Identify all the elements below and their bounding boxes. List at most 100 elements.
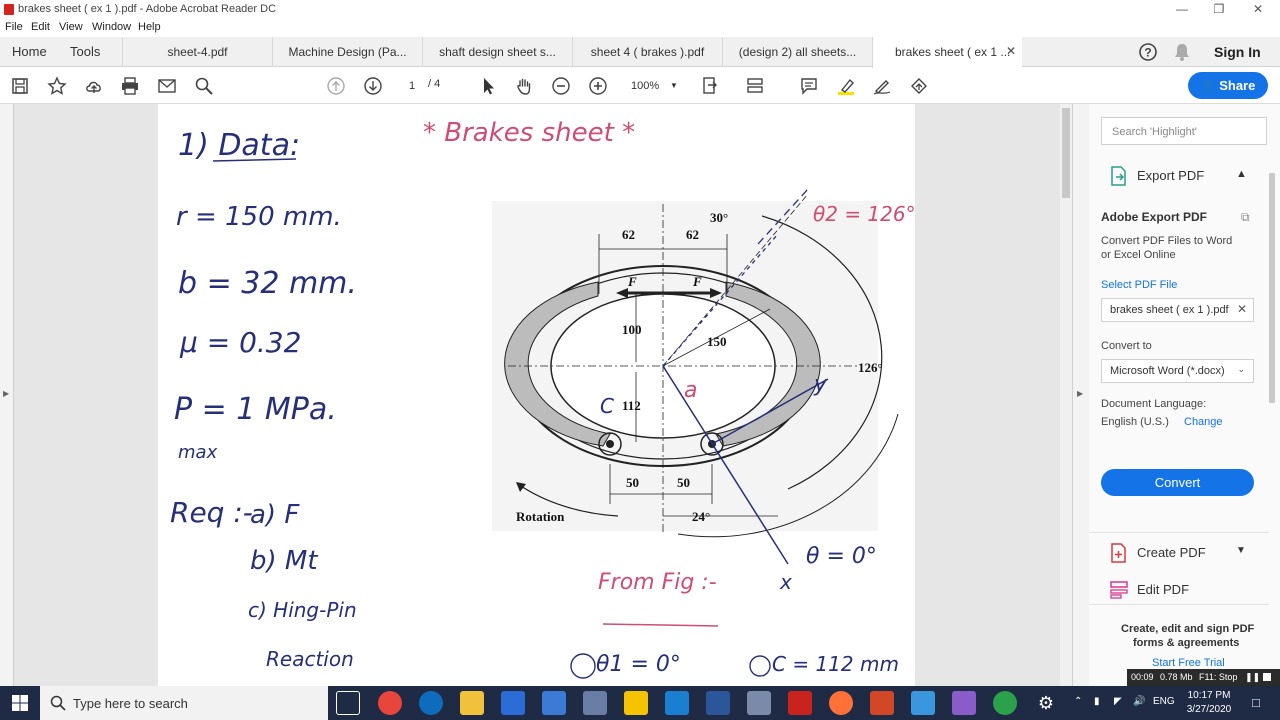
convert-to-select[interactable]: Microsoft Word (*.docx) ⌄ <box>1101 359 1254 383</box>
doc-tab-1[interactable]: sheet-4.pdf <box>122 37 272 67</box>
pdf-page[interactable]: 30° 62 62 F F 100 150 126° 112 50 50 Rot… <box>158 104 915 686</box>
app-icon-6[interactable] <box>583 691 607 715</box>
network-icon[interactable]: ◤ <box>1114 696 1122 707</box>
notification-bell-icon[interactable] <box>1173 42 1191 67</box>
adobe-export-title: Adobe Export PDF <box>1101 210 1208 224</box>
scrollbar-thumb[interactable] <box>1269 173 1275 403</box>
visual-studio-icon[interactable] <box>952 691 976 715</box>
scrollbar-thumb[interactable] <box>1062 108 1070 198</box>
search-highlight-input[interactable]: Search 'Highlight' <box>1101 117 1267 145</box>
minimize-button[interactable]: — <box>1164 1 1200 18</box>
selected-file-field[interactable]: brakes sheet ( ex 1 ).pdf ✕ <box>1101 298 1254 322</box>
maximize-button[interactable]: ❐ <box>1201 1 1237 18</box>
battery-icon[interactable]: ▮ <box>1094 696 1100 707</box>
taskbar-clock[interactable]: 10:17 PM 3/27/2020 <box>1176 689 1242 717</box>
select-cursor-icon[interactable] <box>476 74 500 98</box>
scroll-mode-icon[interactable] <box>743 74 767 98</box>
settings-gear-icon[interactable]: ⚙ <box>1034 691 1058 715</box>
previous-page-icon[interactable] <box>324 74 348 98</box>
copy-icon[interactable]: ⧉ <box>1241 210 1250 225</box>
menu-view[interactable]: View <box>59 21 83 33</box>
bookmark-star-icon[interactable] <box>45 74 69 98</box>
export-pdf-header[interactable]: Export PDF <box>1137 168 1204 183</box>
right-panel-toggle[interactable]: ▶ <box>1072 104 1089 686</box>
create-pdf-tool[interactable]: Create PDF <box>1137 545 1206 560</box>
app-icon-7[interactable] <box>624 691 648 715</box>
share-button[interactable]: 👤 Share <box>1188 72 1268 99</box>
word-icon[interactable] <box>706 691 730 715</box>
change-language-link[interactable]: Change <box>1184 416 1223 428</box>
clear-file-icon[interactable]: ✕ <box>1237 302 1247 316</box>
email-icon[interactable] <box>155 74 179 98</box>
menu-help[interactable]: Help <box>138 21 161 33</box>
chevron-down-icon: ⌄ <box>1237 364 1245 374</box>
tools-pane-scrollbar[interactable] <box>1267 165 1277 605</box>
chrome-icon[interactable] <box>378 691 402 715</box>
tab-tools[interactable]: Tools <box>70 44 100 59</box>
divider <box>1089 604 1269 605</box>
security-shield-icon[interactable] <box>501 691 525 715</box>
zoom-out-icon[interactable] <box>549 74 573 98</box>
theta-2-note: θ2 = 126° <box>813 202 915 226</box>
start-button[interactable] <box>0 686 40 720</box>
file-explorer-icon[interactable] <box>460 691 484 715</box>
utorrent-icon[interactable] <box>993 691 1017 715</box>
fit-page-icon[interactable] <box>698 74 722 98</box>
select-pdf-label[interactable]: Select PDF File <box>1101 279 1177 291</box>
doc-tab-4[interactable]: sheet 4 ( brakes ).pdf <box>572 37 722 67</box>
app-icon-14[interactable] <box>911 691 935 715</box>
save-icon[interactable] <box>8 74 32 98</box>
convert-button[interactable]: Convert <box>1101 469 1254 496</box>
powerpoint-icon[interactable] <box>870 691 894 715</box>
start-free-trial-link[interactable]: Start Free Trial <box>1152 657 1225 669</box>
stop-icon[interactable] <box>1263 673 1271 681</box>
close-window-button[interactable]: ✕ <box>1240 1 1276 18</box>
menu-file[interactable]: File <box>5 21 23 33</box>
tab-home[interactable]: Home <box>12 44 47 59</box>
upload-cloud-icon[interactable] <box>82 74 106 98</box>
pause-icon[interactable]: ❚❚ <box>1245 672 1260 683</box>
selected-file-name: brakes sheet ( ex 1 ).pdf <box>1110 304 1229 316</box>
store-icon[interactable] <box>542 691 566 715</box>
edge-icon[interactable] <box>419 691 443 715</box>
chevron-up-icon[interactable]: ▲ <box>1236 168 1247 180</box>
acrobat-taskbar-icon[interactable] <box>788 691 812 715</box>
volume-icon[interactable]: 🔊 <box>1133 696 1145 707</box>
next-page-icon[interactable] <box>361 74 385 98</box>
window-title: brakes sheet ( ex 1 ).pdf - Adobe Acroba… <box>18 3 277 15</box>
doc-tab-5[interactable]: (design 2) all sheets... <box>722 37 872 67</box>
close-tab-icon[interactable]: ✕ <box>1006 44 1016 58</box>
tray-expand-icon[interactable]: ⌃ <box>1074 696 1082 707</box>
edit-pdf-tool[interactable]: Edit PDF <box>1137 582 1189 597</box>
menu-edit[interactable]: Edit <box>31 21 50 33</box>
app-icon-8[interactable] <box>665 691 689 715</box>
zoom-in-icon[interactable] <box>586 74 610 98</box>
hand-tool-icon[interactable] <box>512 74 536 98</box>
add-person-icon: 👤 <box>1200 79 1216 93</box>
label-dim-150: 150 <box>707 334 727 349</box>
sign-in-link[interactable]: Sign In <box>1214 44 1261 60</box>
doc-tab-3[interactable]: shaft design sheet s... <box>422 37 572 67</box>
doc-tab-active[interactable]: brakes sheet ( ex 1 ... <box>872 37 1022 68</box>
print-icon[interactable] <box>118 74 142 98</box>
task-view-icon[interactable] <box>336 691 360 715</box>
document-scrollbar[interactable] <box>1060 104 1072 686</box>
taskbar-search-box[interactable]: Type here to search <box>40 686 328 720</box>
zoom-level-select[interactable]: 100% ▼ <box>624 76 682 96</box>
firefox-icon[interactable] <box>829 691 853 715</box>
app-icon-10[interactable] <box>747 691 771 715</box>
comment-icon[interactable] <box>797 74 821 98</box>
sign-pen-icon[interactable] <box>870 74 894 98</box>
menu-window[interactable]: Window <box>92 21 131 33</box>
doc-tab-2[interactable]: Machine Design (Pa... <box>272 37 422 67</box>
find-magnifier-icon[interactable] <box>192 74 216 98</box>
language-indicator[interactable]: ENG <box>1153 696 1175 707</box>
recorder-stop[interactable]: F11: Stop <box>1199 672 1237 682</box>
chevron-down-icon[interactable]: ▼ <box>1236 545 1246 556</box>
highlight-pen-icon[interactable] <box>834 74 858 98</box>
left-panel-toggle[interactable]: ▶ <box>0 104 14 686</box>
send-share-icon[interactable] <box>907 74 931 98</box>
action-center-icon[interactable]: □ <box>1252 695 1260 710</box>
page-number-input[interactable]: 1 <box>398 76 426 96</box>
help-icon[interactable]: ? <box>1138 42 1158 67</box>
